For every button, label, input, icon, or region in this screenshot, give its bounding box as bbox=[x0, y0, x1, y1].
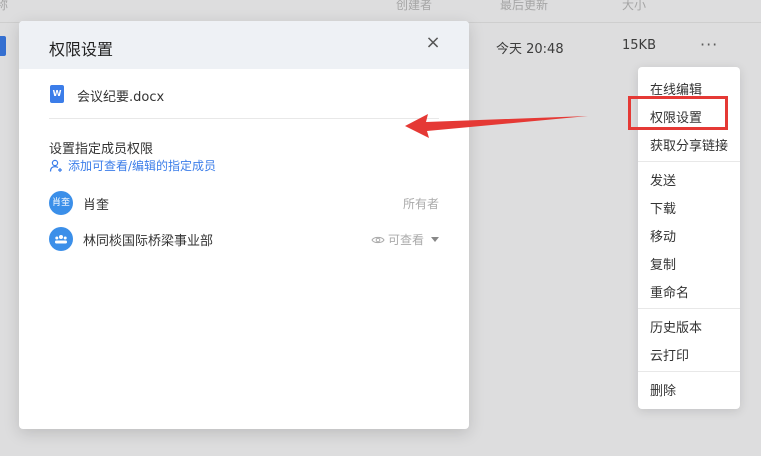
annotation-arrow bbox=[405, 114, 588, 138]
